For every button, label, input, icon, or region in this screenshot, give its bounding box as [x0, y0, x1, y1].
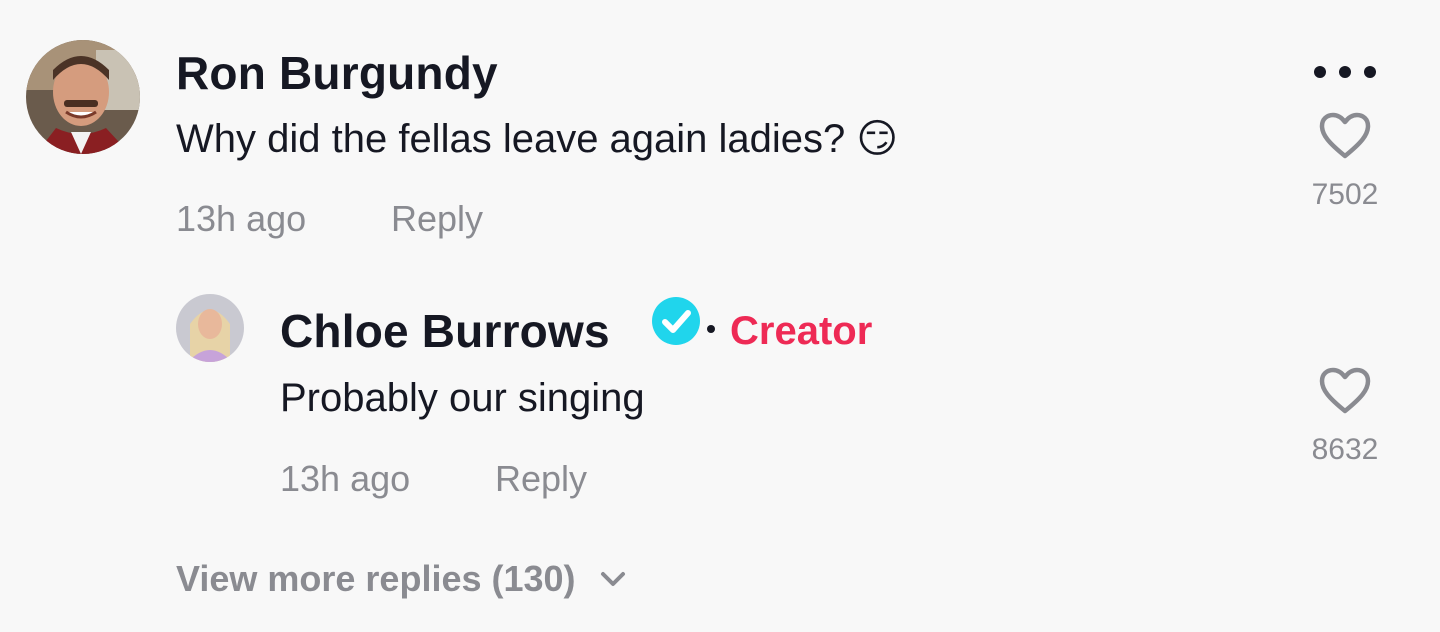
separator-dot: [707, 325, 715, 333]
like-count: 8632: [1311, 433, 1379, 466]
reply-button[interactable]: Reply: [391, 198, 483, 240]
heart-outline-icon[interactable]: [1319, 112, 1371, 160]
creator-label: Creator: [730, 309, 873, 353]
reply-timestamp: 13h ago: [280, 458, 411, 499]
verified-badge-icon: [651, 296, 701, 346]
avatar-image: [176, 294, 244, 362]
more-horizontal-icon[interactable]: [1312, 64, 1378, 80]
reply-username[interactable]: Chloe Burrows: [280, 304, 610, 358]
comment-username[interactable]: Ron Burgundy: [176, 46, 498, 100]
view-more-replies-button[interactable]: View more replies (130): [176, 558, 626, 600]
like-group: 7502: [1295, 112, 1395, 212]
reply-text: Probably our singing: [280, 376, 645, 420]
chevron-down-icon: [600, 572, 625, 586]
view-more-label: View more replies (130): [176, 558, 576, 599]
comment-timestamp: 13h ago: [176, 198, 307, 239]
avatar-image: [26, 40, 140, 154]
heart-outline-icon[interactable]: [1319, 367, 1371, 415]
comment-text: Why did the fellas leave again ladies? 😏: [176, 117, 899, 161]
reply-button[interactable]: Reply: [495, 458, 587, 500]
avatar[interactable]: [26, 40, 140, 154]
avatar[interactable]: [176, 294, 244, 362]
like-group: 8632: [1295, 367, 1395, 467]
like-count: 7502: [1311, 178, 1379, 211]
